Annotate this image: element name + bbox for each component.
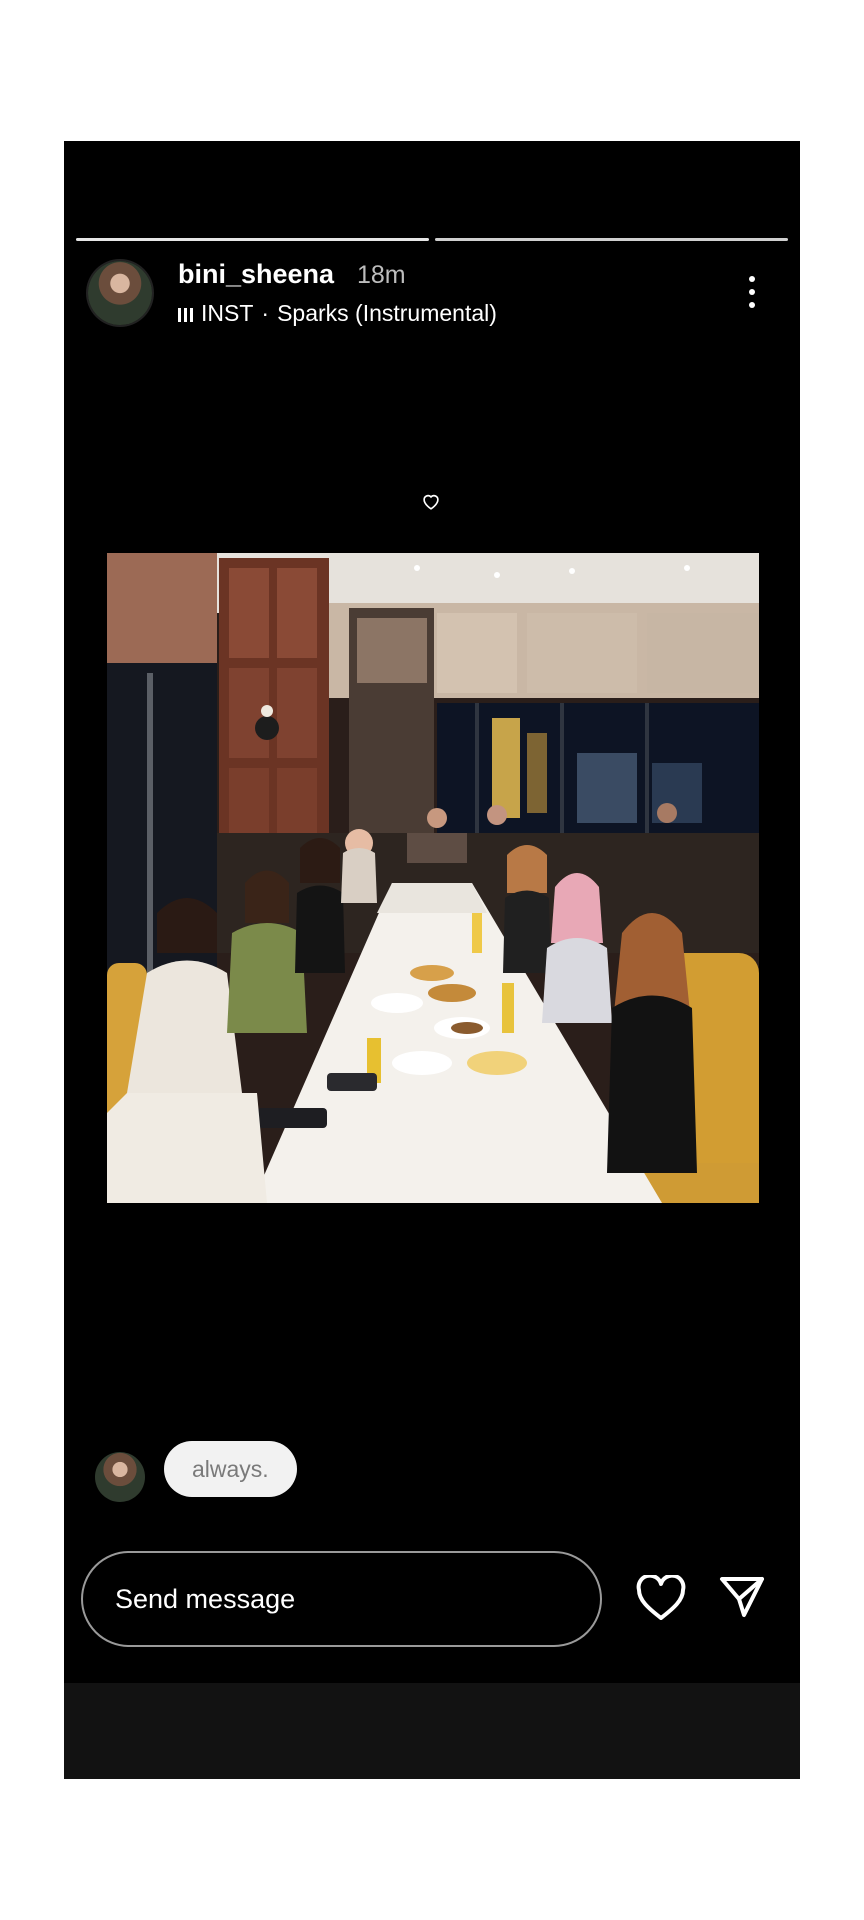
progress-segment-current	[435, 238, 788, 241]
comment-bubble: always.	[164, 1441, 297, 1497]
send-paper-plane-icon[interactable]	[718, 1573, 766, 1621]
comment-text: always.	[192, 1455, 269, 1482]
story-time-ago: 18m	[357, 261, 406, 289]
story-progress	[76, 238, 788, 241]
music-sticker[interactable]: INST · Sparks (Instrumental)	[178, 300, 497, 327]
more-vertical-icon	[749, 276, 755, 282]
send-message-input[interactable]: Send message	[81, 1551, 602, 1647]
heart-outline-icon	[423, 494, 439, 510]
heart-outline-icon[interactable]	[636, 1575, 686, 1621]
comment-avatar	[95, 1452, 145, 1502]
music-bars-icon	[178, 306, 193, 322]
music-track: Sparks (Instrumental)	[277, 300, 497, 326]
send-message-placeholder: Send message	[115, 1583, 296, 1614]
story-photo	[107, 553, 759, 1203]
story-viewer: bini_sheena 18m INST · Sparks (Instrumen…	[64, 141, 800, 1779]
story-username[interactable]: bini_sheena	[178, 259, 334, 290]
music-separator: ·	[261, 300, 270, 326]
more-options-button[interactable]	[740, 272, 764, 312]
progress-segment-complete	[76, 238, 429, 241]
bottom-inset	[64, 1683, 800, 1779]
restaurant-dinner-image	[107, 553, 759, 1203]
music-artist: INST	[201, 300, 254, 326]
profile-avatar[interactable]	[88, 261, 152, 325]
